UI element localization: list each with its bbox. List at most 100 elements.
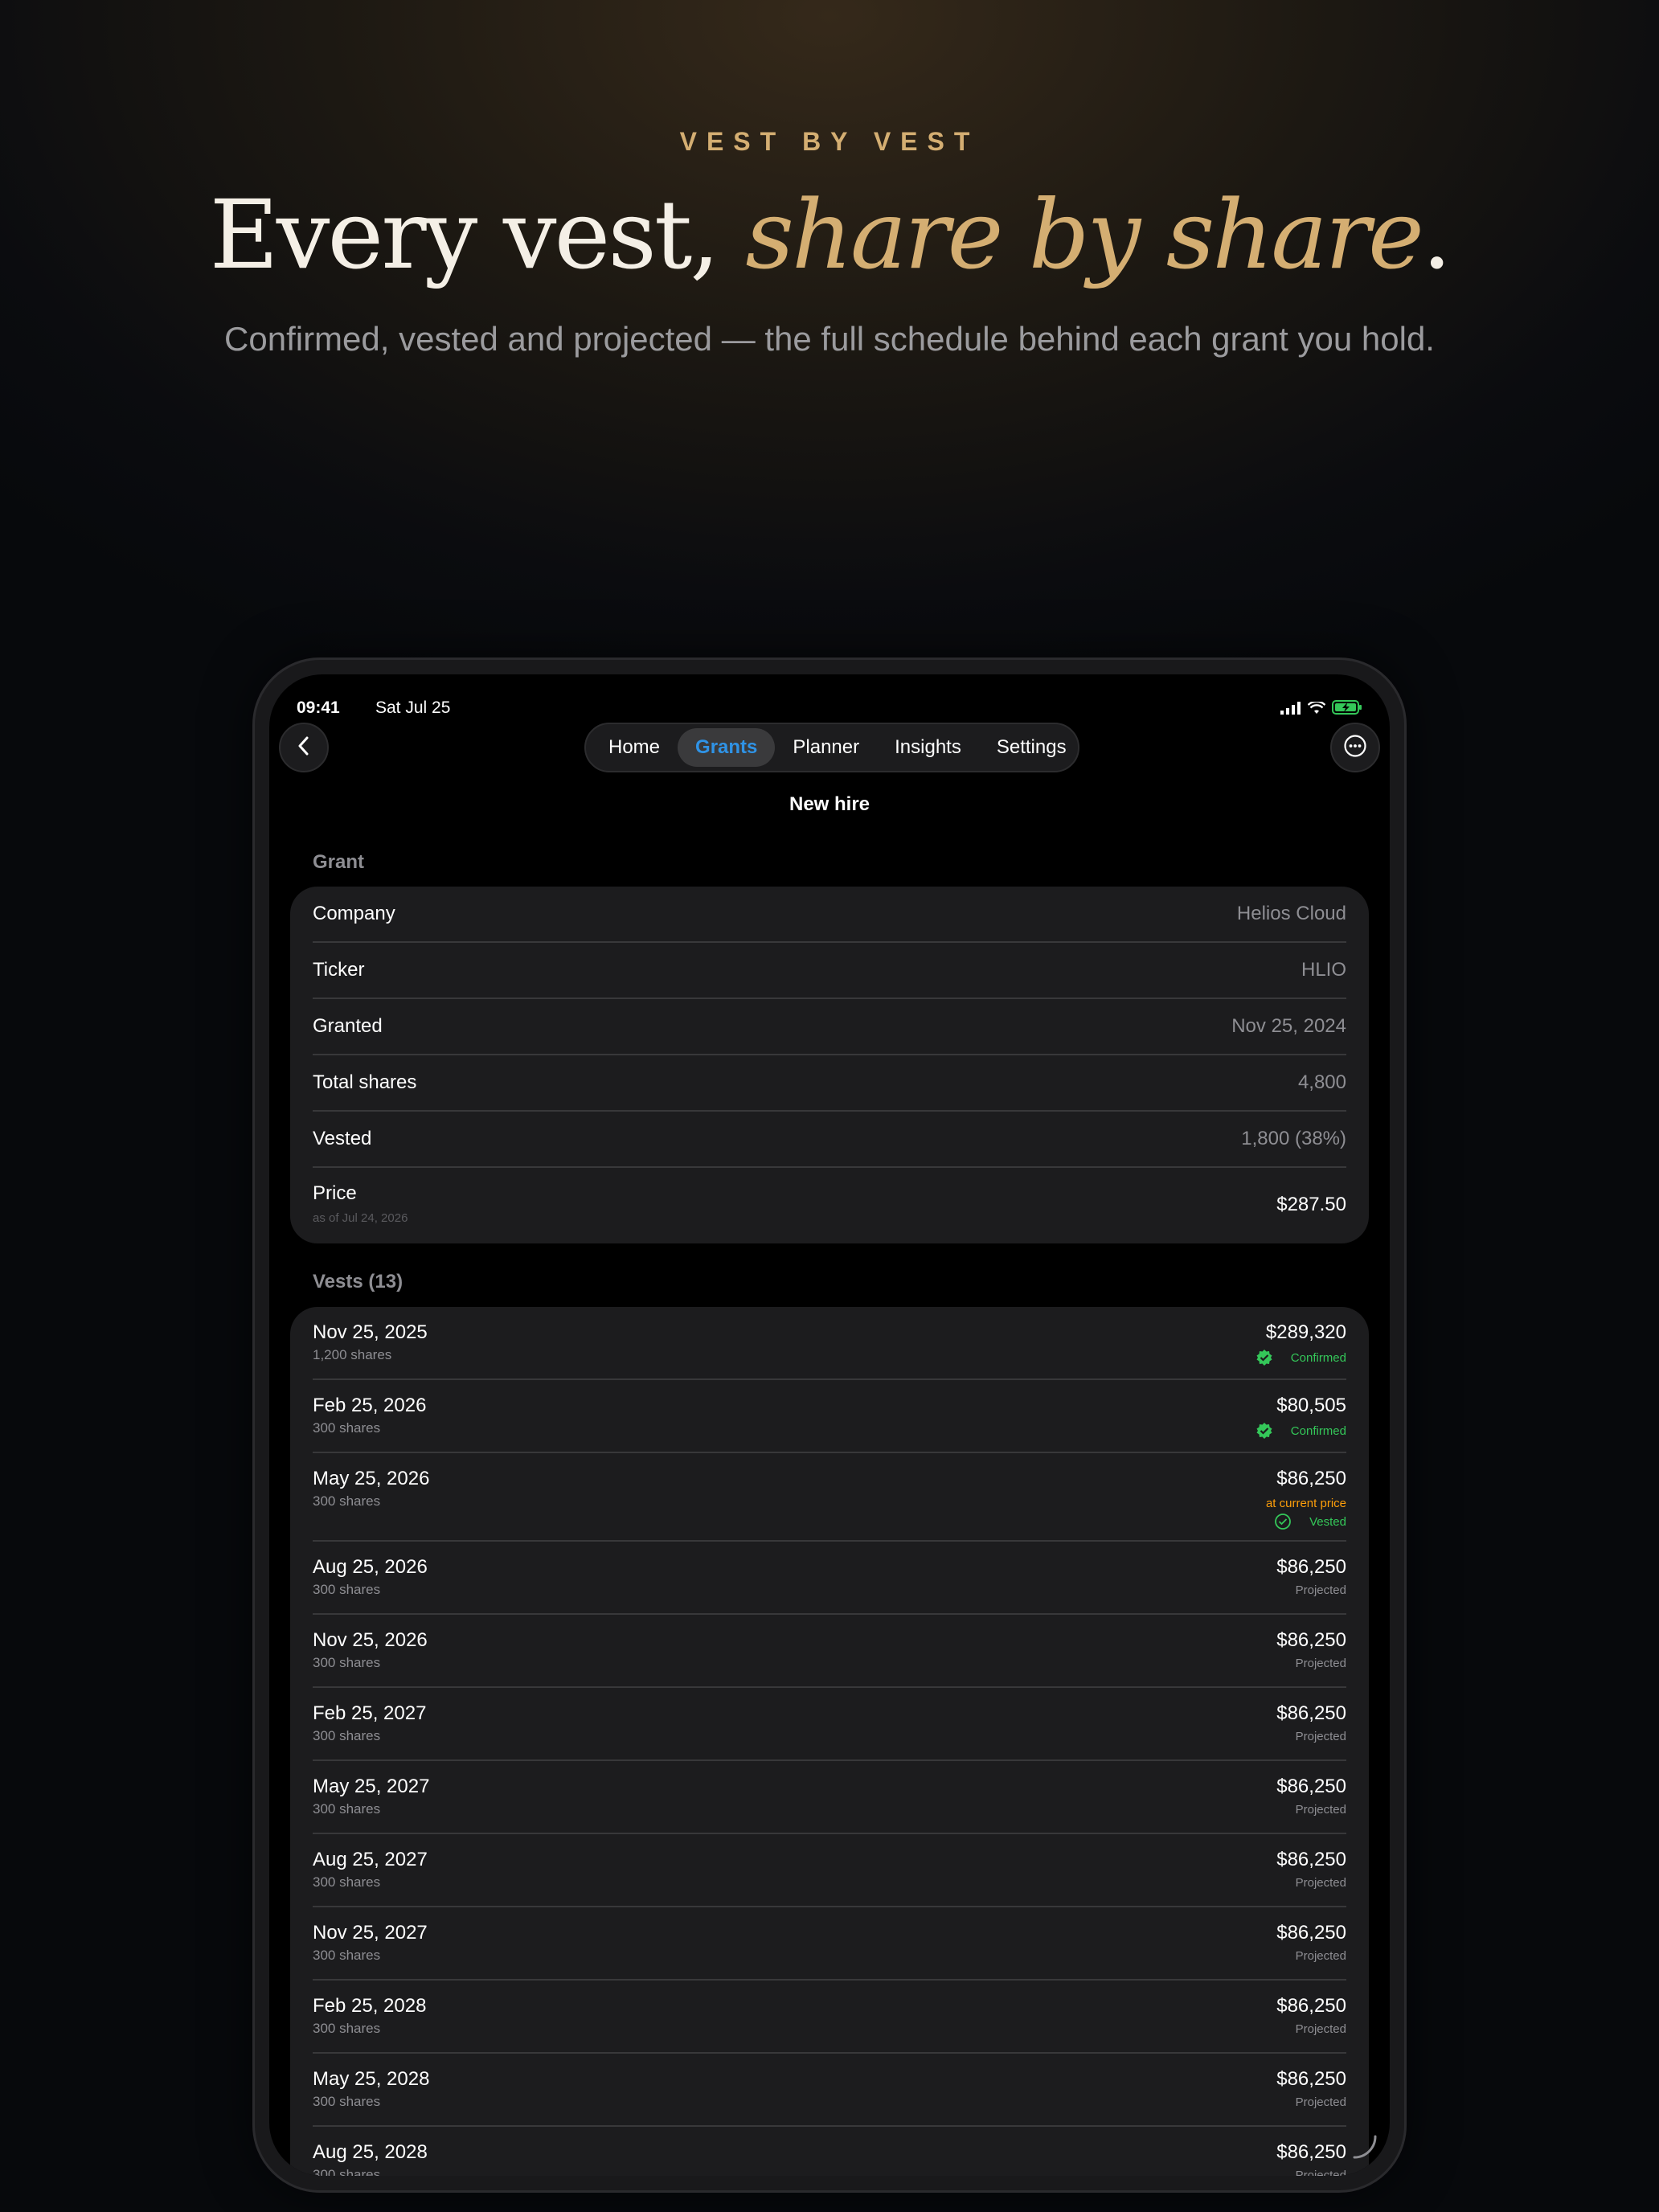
row-key: Company [313, 903, 395, 924]
tab-grants[interactable]: Grants [678, 728, 776, 767]
vest-row[interactable]: Nov 25, 2026 300 shares $86,250 Projected [313, 1615, 1346, 1688]
vest-amount: $86,250 [1276, 1776, 1346, 1797]
vest-status-label: Projected [1295, 2022, 1346, 2036]
vest-status: Projected [1296, 1730, 1346, 1743]
grant-row-total-shares: Total shares 4,800 [313, 1055, 1346, 1112]
grant-row-vested: Vested 1,800 (38%) [313, 1112, 1346, 1168]
vest-amount: $80,505 [1276, 1395, 1346, 1416]
tab-bar: Home Grants Planner Insights Settings [584, 723, 1079, 772]
vest-shares: 300 shares [313, 1493, 381, 1509]
headline-plain: Every vest, [209, 179, 746, 290]
vests-card: Nov 25, 2025 1,200 shares $289,320 Confirme… [290, 1307, 1369, 2176]
vest-row[interactable]: Nov 25, 2027 300 shares $86,250 Projected [313, 1907, 1346, 1981]
headline: Every vest, share by share. [0, 178, 1659, 291]
vested-check-icon [1274, 1513, 1292, 1530]
vest-status: Projected [1296, 1949, 1346, 1963]
status-icons [1280, 700, 1362, 719]
vest-amount: $86,250 [1276, 1468, 1346, 1489]
row-key: Granted [313, 1015, 383, 1037]
vest-status-label: Projected [1295, 1876, 1346, 1890]
vest-status-label: Confirmed [1290, 1423, 1346, 1438]
vest-shares: 300 shares [313, 1728, 381, 1743]
tab-home[interactable]: Home [591, 728, 678, 767]
vest-shares: 300 shares [313, 1874, 381, 1890]
vest-shares: 300 shares [313, 2094, 381, 2109]
scroll-indicator [1353, 2135, 1377, 2163]
headline-accent: share by share [745, 179, 1424, 290]
status-time: 09:41 [297, 698, 340, 717]
vest-row[interactable]: Feb 25, 2028 300 shares $86,250 Projected [313, 1981, 1346, 2054]
vest-date: Aug 25, 2026 [313, 1556, 428, 1578]
vest-row[interactable]: May 25, 2027 300 shares $86,250 Projected [313, 1761, 1346, 1834]
grant-section-label: Grant [313, 851, 365, 873]
vest-status-label: Projected [1295, 1949, 1346, 1963]
vest-row[interactable]: Nov 25, 2025 1,200 shares $289,320 Confirme… [313, 1307, 1346, 1380]
row-value: Nov 25, 2024 [1231, 1015, 1346, 1037]
tab-settings[interactable]: Settings [979, 728, 1084, 767]
vest-status: Vested [1274, 1513, 1346, 1530]
vest-status-label: Confirmed [1290, 1350, 1346, 1365]
vest-status: Projected [1296, 1583, 1346, 1597]
vest-date: May 25, 2026 [313, 1468, 430, 1489]
vest-shares: 300 shares [313, 2167, 381, 2176]
ellipsis-circle-icon [1343, 734, 1367, 762]
vest-amount: $86,250 [1276, 1849, 1346, 1870]
vest-row[interactable]: Aug 25, 2028 300 shares $86,250 Projected [313, 2127, 1346, 2176]
tab-insights[interactable]: Insights [877, 728, 979, 767]
vest-date: Feb 25, 2028 [313, 1995, 427, 2017]
price-value: $287.50 [1276, 1194, 1346, 1215]
vest-date: Nov 25, 2026 [313, 1629, 428, 1651]
tab-planner[interactable]: Planner [775, 728, 877, 767]
vest-shares: 300 shares [313, 1420, 381, 1436]
vest-amount: $86,250 [1276, 1629, 1346, 1651]
vest-date: Aug 25, 2028 [313, 2141, 428, 2163]
vest-date: May 25, 2027 [313, 1776, 430, 1797]
vest-status-label: Projected [1295, 1583, 1346, 1597]
vest-shares: 300 shares [313, 2021, 381, 2036]
battery-charging-icon [1332, 700, 1362, 719]
vest-status: Confirmed [1256, 1422, 1346, 1440]
vest-status-label: Projected [1295, 1803, 1346, 1817]
vest-shares: 300 shares [313, 1948, 381, 1963]
vest-row[interactable]: Aug 25, 2026 300 shares $86,250 Projected [313, 1542, 1346, 1615]
subhead: Confirmed, vested and projected — the fu… [224, 320, 1435, 358]
vest-status: Projected [1296, 1876, 1346, 1890]
page-title: New hire [789, 793, 870, 815]
row-key: Price [313, 1182, 357, 1204]
vest-amount: $86,250 [1276, 2068, 1346, 2090]
vest-status-label: Projected [1295, 2095, 1346, 2109]
grant-card: Company Helios Cloud Ticker HLIO Granted… [290, 887, 1369, 1243]
grant-row-granted: Granted Nov 25, 2024 [313, 999, 1346, 1055]
vest-status: Projected [1296, 2095, 1346, 2109]
more-button[interactable] [1330, 723, 1380, 772]
status-date: Sat Jul 25 [375, 698, 451, 717]
row-value: 4,800 [1297, 1071, 1346, 1093]
headline-end: . [1421, 179, 1452, 290]
back-button[interactable] [279, 723, 329, 772]
row-key: Vested [313, 1128, 372, 1149]
vest-shares: 1,200 shares [313, 1347, 392, 1362]
row-key: Ticker [313, 959, 365, 981]
vest-status-label: Projected [1295, 2169, 1346, 2176]
vest-row[interactable]: Aug 25, 2027 300 shares $86,250 Projected [313, 1834, 1346, 1907]
wifi-icon [1307, 700, 1326, 719]
row-value: 1,800 (38%) [1241, 1128, 1346, 1149]
vest-date: Nov 25, 2025 [313, 1321, 428, 1343]
tablet-device: 09:41 Sat Jul 25 Home Grants Planner Ins… [252, 657, 1407, 2193]
vest-shares: 300 shares [313, 1801, 381, 1817]
vest-amount: $86,250 [1276, 1556, 1346, 1578]
eyebrow: VEST BY VEST [679, 127, 980, 156]
vest-status: Projected [1296, 2022, 1346, 2036]
vest-row[interactable]: Feb 25, 2026 300 shares $80,505 Confirmed [313, 1380, 1346, 1453]
vest-amount: $86,250 [1276, 2141, 1346, 2163]
vest-status: Confirmed [1256, 1349, 1346, 1366]
vest-date: Feb 25, 2027 [313, 1702, 427, 1724]
vest-row[interactable]: May 25, 2026 300 shares $86,250 at current … [313, 1453, 1346, 1542]
grant-row-price: Price as of Jul 24, 2026 $287.50 [313, 1168, 1346, 1243]
vest-row[interactable]: May 25, 2028 300 shares $86,250 Projected [313, 2054, 1346, 2127]
row-value: HLIO [1301, 959, 1346, 981]
screen: 09:41 Sat Jul 25 Home Grants Planner Ins… [269, 674, 1390, 2176]
vest-status: Projected [1296, 2169, 1346, 2176]
confirmed-check-icon [1256, 1422, 1273, 1440]
vest-row[interactable]: Feb 25, 2027 300 shares $86,250 Projected [313, 1688, 1346, 1761]
